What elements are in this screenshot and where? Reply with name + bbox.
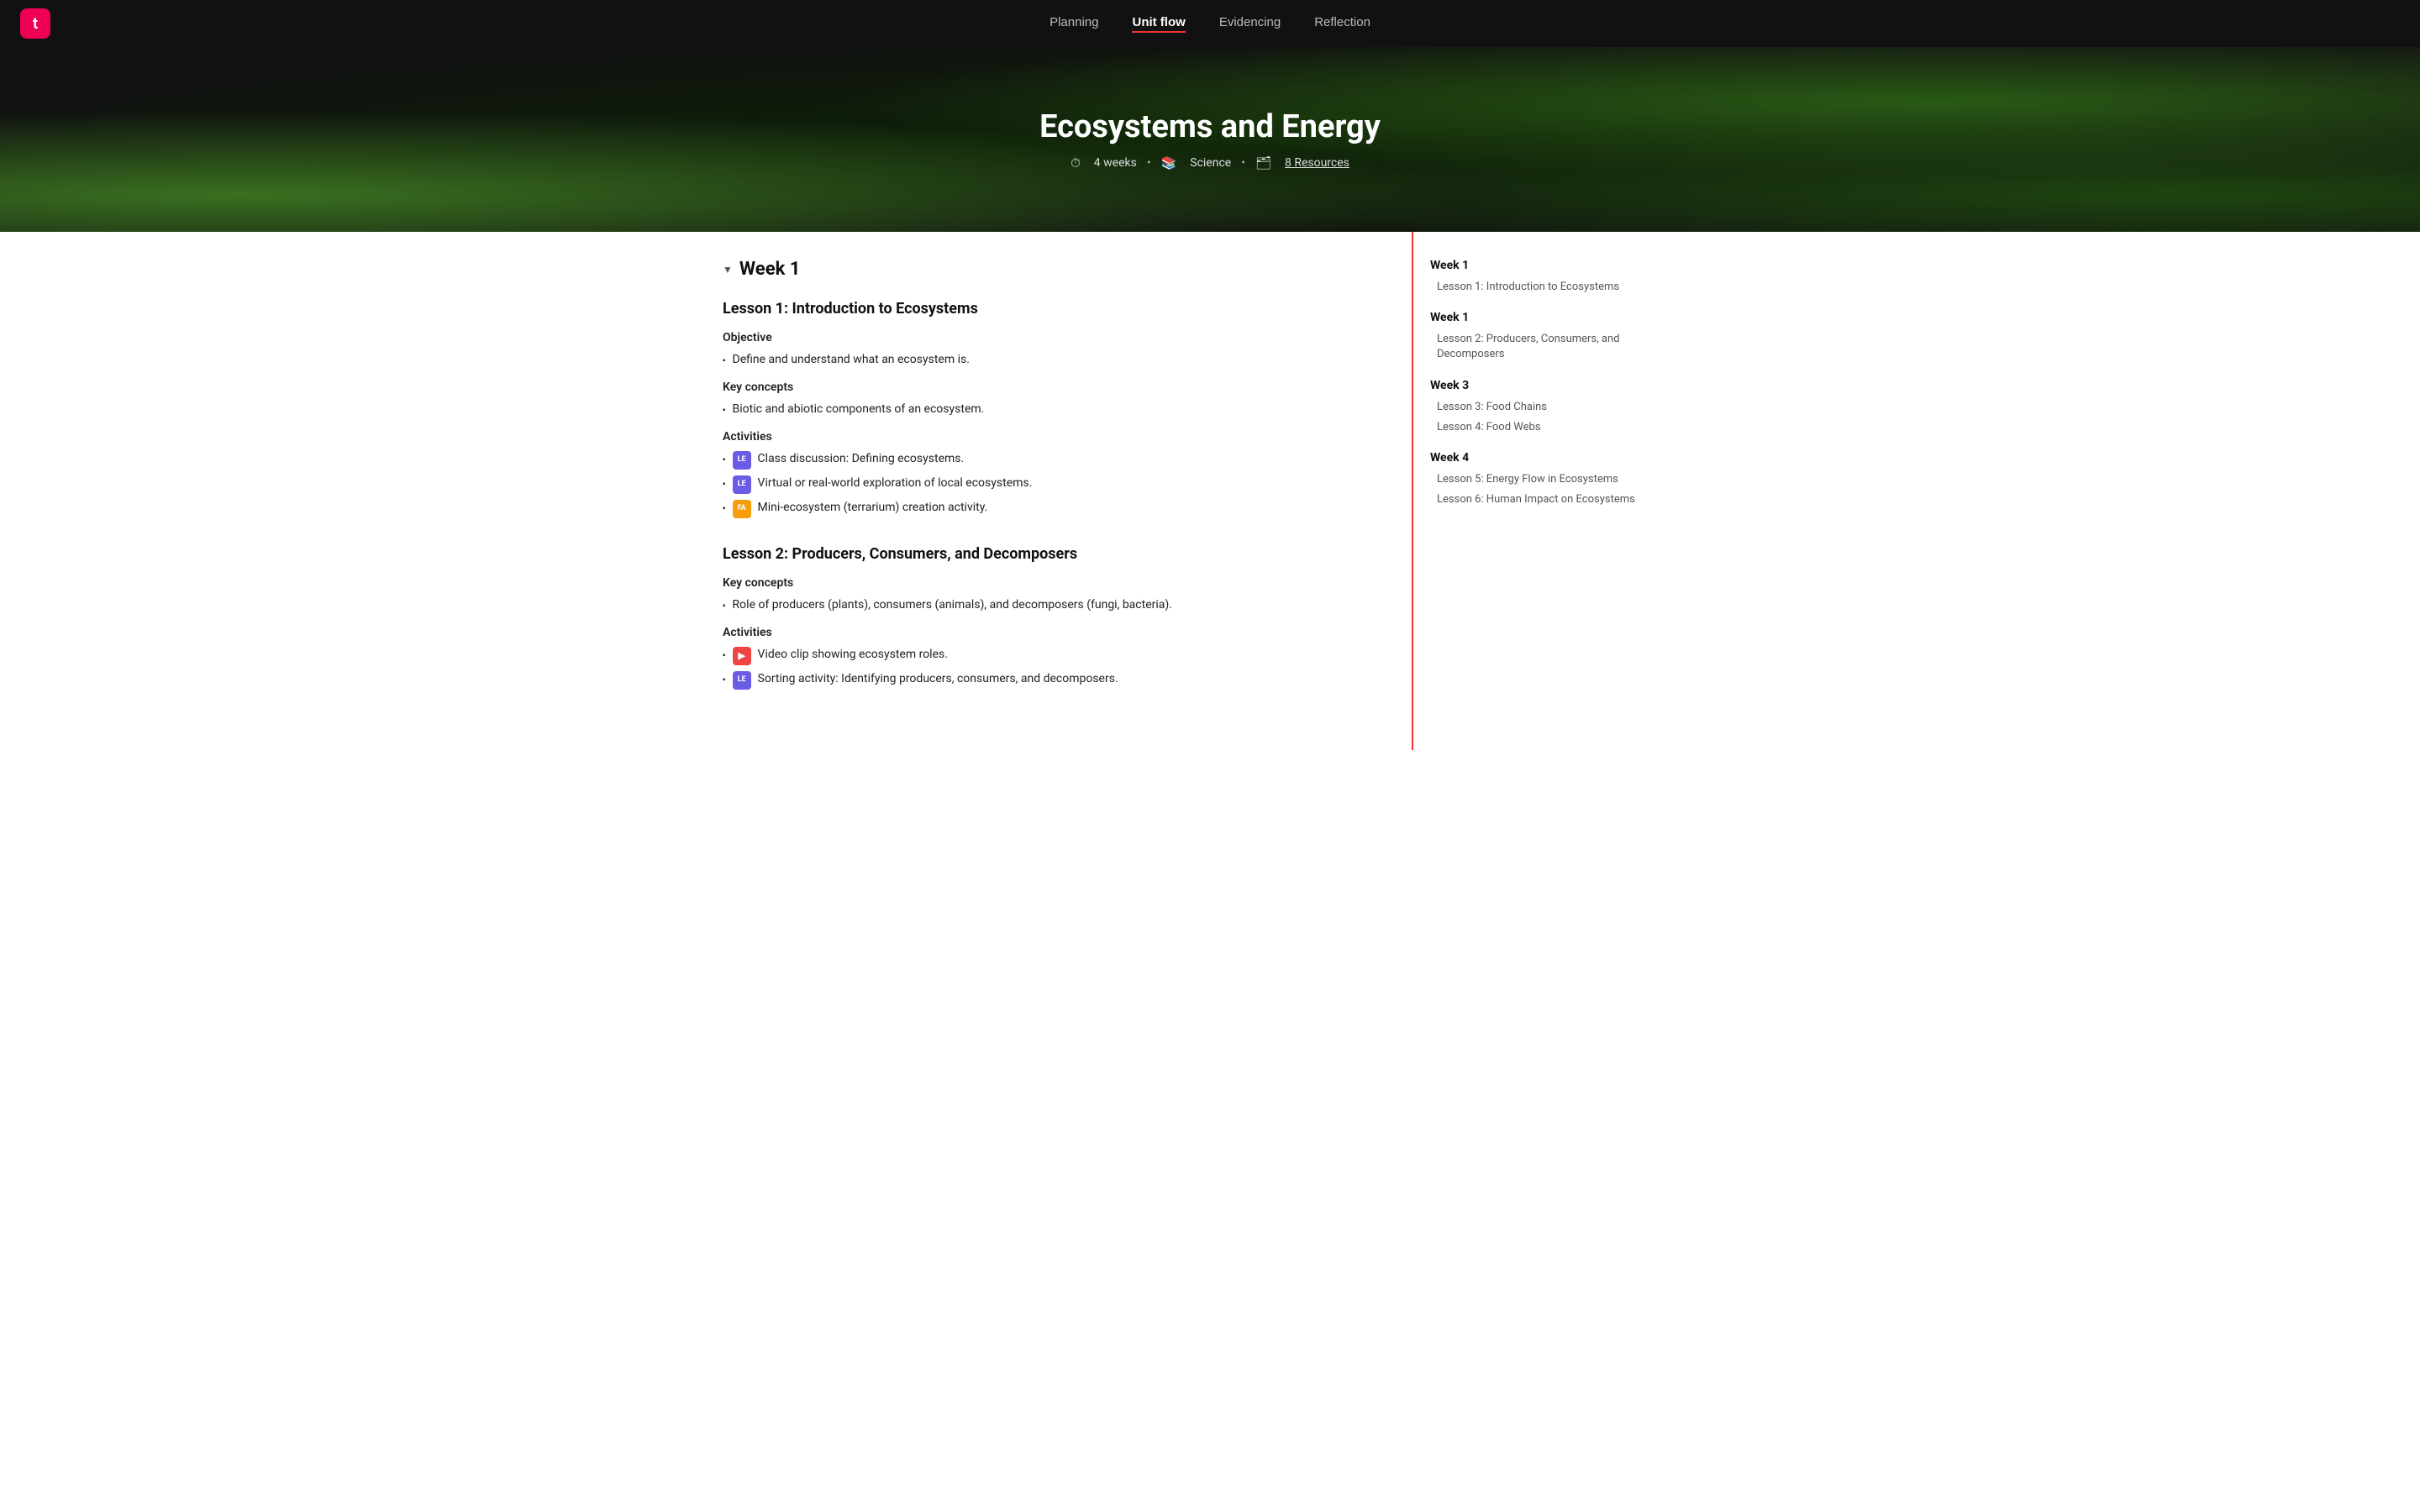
- sidebar-lesson-3[interactable]: Lesson 3: Food Chains: [1430, 397, 1647, 417]
- list-item: Biotic and abiotic components of an ecos…: [723, 401, 1385, 418]
- sidebar-week-1b: Week 1: [1430, 311, 1647, 324]
- lesson-2-title: Lesson 2: Producers, Consumers, and Deco…: [723, 545, 1385, 563]
- hero-meta: ⏱ 4 weeks • 📚 Science • 🗂 8 Resources: [1039, 155, 1381, 171]
- resources-link[interactable]: 8 Resources: [1285, 156, 1349, 170]
- lesson-2-activities-label: Activities: [723, 626, 1385, 639]
- list-item: LE Sorting activity: Identifying produce…: [723, 670, 1385, 690]
- video-badge: ▶: [733, 647, 751, 665]
- list-item: Define and understand what an ecosystem …: [723, 351, 1385, 369]
- sidebar-lesson-6[interactable]: Lesson 6: Human Impact on Ecosystems: [1430, 490, 1647, 510]
- lesson-1-activities-label: Activities: [723, 430, 1385, 444]
- tab-planning[interactable]: Planning: [1050, 15, 1098, 33]
- tab-reflection[interactable]: Reflection: [1314, 15, 1370, 33]
- content-area: ▼ Week 1 Lesson 1: Introduction to Ecosy…: [723, 232, 1412, 750]
- week-1-title: Week 1: [739, 259, 801, 280]
- sidebar-week-4: Week 4: [1430, 451, 1647, 465]
- app-logo[interactable]: t: [20, 8, 50, 39]
- tab-evidencing[interactable]: Evidencing: [1219, 15, 1281, 33]
- tab-unit-flow[interactable]: Unit flow: [1132, 15, 1185, 33]
- subject-value: Science: [1190, 156, 1231, 170]
- resources-icon: 🗂: [1255, 155, 1271, 171]
- main-nav: t Planning Unit flow Evidencing Reflecti…: [0, 0, 2420, 47]
- lesson-2: Lesson 2: Producers, Consumers, and Deco…: [723, 545, 1385, 690]
- lesson-1-key-concepts-label: Key concepts: [723, 381, 1385, 394]
- fa-badge: FA: [733, 500, 751, 518]
- subject-icon: 📚: [1161, 155, 1177, 171]
- sidebar-lesson-5[interactable]: Lesson 5: Energy Flow in Ecosystems: [1430, 470, 1647, 490]
- lesson-1-objective-label: Objective: [723, 331, 1385, 344]
- sidebar-lesson-1[interactable]: Lesson 1: Introduction to Ecosystems: [1430, 277, 1647, 297]
- lesson-2-activities-list: ▶ Video clip showing ecosystem roles. LE…: [723, 646, 1385, 690]
- page-title: Ecosystems and Energy: [1039, 108, 1381, 145]
- lesson-1-activities-list: LE Class discussion: Defining ecosystems…: [723, 450, 1385, 518]
- week-toggle-icon[interactable]: ▼: [723, 264, 733, 276]
- sidebar: Week 1 Lesson 1: Introduction to Ecosyst…: [1412, 232, 1647, 750]
- list-item: FA Mini-ecosystem (terrarium) creation a…: [723, 499, 1385, 518]
- le-badge: LE: [733, 475, 751, 494]
- list-item: Role of producers (plants), consumers (a…: [723, 596, 1385, 614]
- list-item: LE Class discussion: Defining ecosystems…: [723, 450, 1385, 470]
- list-item: ▶ Video clip showing ecosystem roles.: [723, 646, 1385, 665]
- le-badge: LE: [733, 671, 751, 690]
- lesson-1-title: Lesson 1: Introduction to Ecosystems: [723, 300, 1385, 318]
- lesson-1: Lesson 1: Introduction to Ecosystems Obj…: [723, 300, 1385, 518]
- lesson-2-key-concepts-list: Role of producers (plants), consumers (a…: [723, 596, 1385, 614]
- nav-tab-list: Planning Unit flow Evidencing Reflection: [1050, 15, 1370, 33]
- list-item: LE Virtual or real-world exploration of …: [723, 475, 1385, 494]
- lesson-1-key-concepts-list: Biotic and abiotic components of an ecos…: [723, 401, 1385, 418]
- duration-icon: ⏱: [1071, 155, 1081, 171]
- lesson-1-objective-list: Define and understand what an ecosystem …: [723, 351, 1385, 369]
- duration-value: 4 weeks: [1094, 156, 1137, 170]
- sidebar-lesson-4[interactable]: Lesson 4: Food Webs: [1430, 417, 1647, 438]
- sidebar-week-3: Week 3: [1430, 379, 1647, 392]
- lesson-2-key-concepts-label: Key concepts: [723, 576, 1385, 590]
- week-1-header: ▼ Week 1: [723, 259, 1385, 280]
- sidebar-lesson-2[interactable]: Lesson 2: Producers, Consumers, and Deco…: [1430, 329, 1647, 365]
- le-badge: LE: [733, 451, 751, 470]
- sidebar-week-1a: Week 1: [1430, 259, 1647, 272]
- main-layout: ▼ Week 1 Lesson 1: Introduction to Ecosy…: [706, 232, 1714, 750]
- hero-banner: Ecosystems and Energy ⏱ 4 weeks • 📚 Scie…: [0, 47, 2420, 232]
